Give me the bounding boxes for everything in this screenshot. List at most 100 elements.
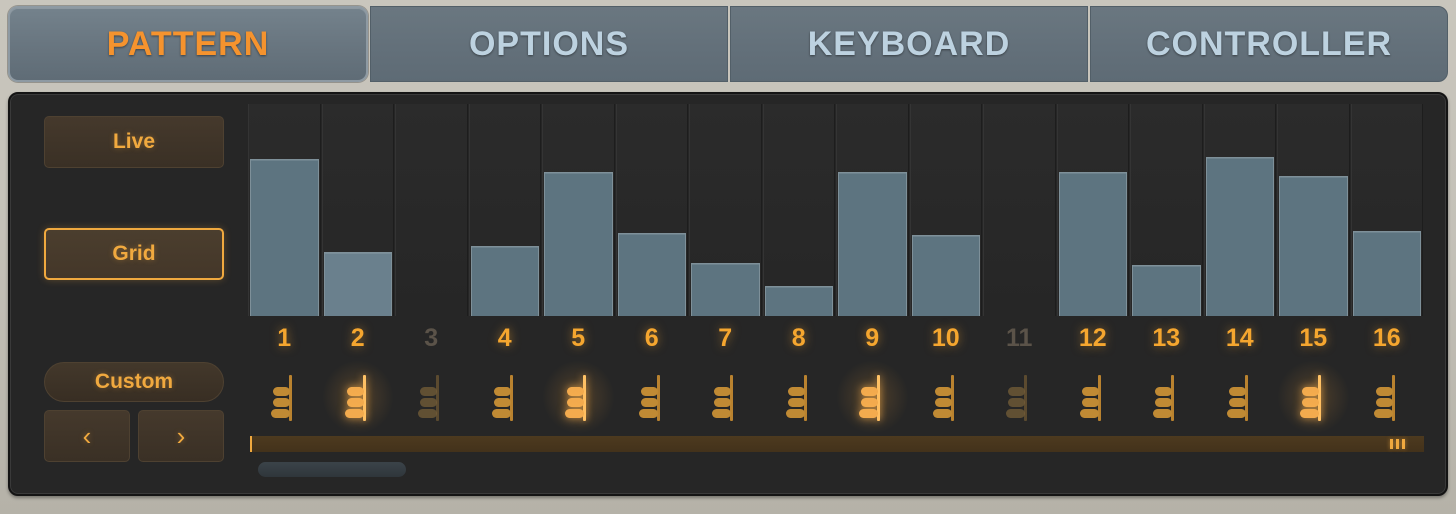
step-velocity-slider[interactable] — [468, 104, 541, 316]
step-column: 10 — [909, 104, 983, 434]
step-column: 2 — [321, 104, 395, 434]
tab-keyboard-label: KEYBOARD — [807, 24, 1011, 63]
step-note-toggle[interactable] — [248, 360, 321, 434]
step-column: 16 — [1350, 104, 1424, 434]
step-columns: 1 2 3 4 5 6 7 8 9 10 11 12 13 14 15 16 — [248, 104, 1424, 434]
previous-preset-button[interactable]: ‹ — [44, 410, 130, 462]
step-number[interactable]: 15 — [1277, 316, 1350, 360]
pattern-length-range-bar[interactable] — [250, 436, 1424, 452]
step-column: 11 — [983, 104, 1056, 434]
step-number[interactable]: 9 — [836, 316, 909, 360]
note-flag-icon — [267, 373, 301, 421]
step-number[interactable]: 1 — [248, 316, 321, 360]
preset-nav-row: ‹ › — [44, 410, 224, 462]
step-velocity-slider[interactable] — [542, 104, 615, 316]
step-velocity-slider[interactable] — [1056, 104, 1129, 316]
tab-pattern[interactable]: PATTERN — [8, 6, 368, 82]
note-flag-icon — [855, 373, 889, 421]
step-note-toggle[interactable] — [321, 360, 394, 434]
note-flag-icon — [414, 373, 448, 421]
step-note-toggle[interactable] — [763, 360, 836, 434]
note-flag-icon — [561, 373, 595, 421]
note-flag-icon — [929, 373, 963, 421]
step-velocity-bar[interactable] — [250, 159, 319, 316]
live-mode-button[interactable]: Live — [44, 116, 224, 168]
step-note-toggle[interactable] — [983, 360, 1056, 434]
step-note-toggle[interactable] — [1130, 360, 1203, 434]
step-number[interactable]: 6 — [616, 316, 689, 360]
note-flag-icon — [635, 373, 669, 421]
tab-keyboard[interactable]: KEYBOARD — [730, 6, 1088, 82]
step-note-toggle[interactable] — [1204, 360, 1277, 434]
step-number[interactable]: 8 — [763, 316, 836, 360]
step-note-toggle[interactable] — [1277, 360, 1350, 434]
note-flag-icon — [1149, 373, 1183, 421]
step-velocity-bar[interactable] — [764, 286, 833, 316]
step-number[interactable]: 14 — [1204, 316, 1277, 360]
step-velocity-slider[interactable] — [689, 104, 762, 316]
step-column: 4 — [468, 104, 542, 434]
step-velocity-bar[interactable] — [691, 263, 760, 316]
step-velocity-slider[interactable] — [1350, 104, 1423, 316]
step-velocity-bar[interactable] — [1352, 231, 1421, 316]
step-velocity-slider[interactable] — [615, 104, 688, 316]
step-velocity-slider[interactable] — [983, 104, 1056, 316]
step-number[interactable]: 3 — [395, 316, 468, 360]
step-velocity-slider[interactable] — [909, 104, 982, 316]
step-velocity-bar[interactable] — [1132, 265, 1201, 316]
resize-grip-icon[interactable] — [1390, 439, 1410, 449]
grid-mode-button[interactable]: Grid — [44, 228, 224, 280]
step-column: 8 — [762, 104, 836, 434]
step-velocity-bar[interactable] — [470, 246, 539, 316]
next-preset-button[interactable]: › — [138, 410, 224, 462]
step-sequencer: 1 2 3 4 5 6 7 8 9 10 11 12 13 14 15 16 — [248, 104, 1436, 486]
tab-controller[interactable]: CONTROLLER — [1090, 6, 1448, 82]
step-note-toggle[interactable] — [1057, 360, 1130, 434]
step-velocity-bar[interactable] — [1058, 171, 1127, 316]
step-velocity-slider[interactable] — [762, 104, 835, 316]
note-flag-icon — [1223, 373, 1257, 421]
custom-preset-button[interactable]: Custom — [44, 362, 224, 402]
step-column: 13 — [1130, 104, 1203, 434]
step-number[interactable]: 2 — [322, 316, 395, 360]
note-flag-icon — [488, 373, 522, 421]
step-note-toggle[interactable] — [542, 360, 615, 434]
mode-sidebar: Live Grid Custom ‹ › — [44, 110, 224, 480]
step-velocity-slider[interactable] — [1203, 104, 1276, 316]
step-velocity-slider[interactable] — [395, 104, 468, 316]
step-velocity-slider[interactable] — [248, 104, 321, 316]
step-note-toggle[interactable] — [469, 360, 542, 434]
step-number[interactable]: 7 — [689, 316, 762, 360]
horizontal-scrollbar-track[interactable] — [250, 462, 1424, 478]
step-velocity-slider[interactable] — [836, 104, 909, 316]
tab-options[interactable]: OPTIONS — [370, 6, 728, 82]
step-note-toggle[interactable] — [395, 360, 468, 434]
step-note-toggle[interactable] — [616, 360, 689, 434]
step-column: 5 — [542, 104, 615, 434]
step-note-toggle[interactable] — [836, 360, 909, 434]
step-velocity-bar[interactable] — [617, 233, 686, 316]
step-velocity-slider[interactable] — [1277, 104, 1350, 316]
step-number[interactable]: 5 — [542, 316, 615, 360]
step-note-toggle[interactable] — [689, 360, 762, 434]
step-velocity-slider[interactable] — [321, 104, 394, 316]
horizontal-scrollbar-thumb[interactable] — [258, 462, 406, 477]
step-velocity-bar[interactable] — [1205, 157, 1274, 316]
step-number[interactable]: 16 — [1351, 316, 1424, 360]
step-number[interactable]: 11 — [983, 316, 1056, 360]
step-number[interactable]: 13 — [1130, 316, 1203, 360]
step-number[interactable]: 4 — [469, 316, 542, 360]
tab-bar: PATTERN OPTIONS KEYBOARD CONTROLLER — [8, 6, 1448, 84]
step-number[interactable]: 12 — [1057, 316, 1130, 360]
step-velocity-bar[interactable] — [323, 252, 392, 316]
note-flag-icon — [1076, 373, 1110, 421]
step-note-toggle[interactable] — [910, 360, 983, 434]
step-velocity-bar[interactable] — [1279, 176, 1348, 316]
grid-mode-label: Grid — [112, 242, 156, 265]
step-note-toggle[interactable] — [1351, 360, 1424, 434]
step-velocity-slider[interactable] — [1130, 104, 1203, 316]
step-velocity-bar[interactable] — [838, 171, 907, 316]
step-velocity-bar[interactable] — [544, 171, 613, 316]
step-velocity-bar[interactable] — [911, 235, 980, 316]
step-number[interactable]: 10 — [910, 316, 983, 360]
